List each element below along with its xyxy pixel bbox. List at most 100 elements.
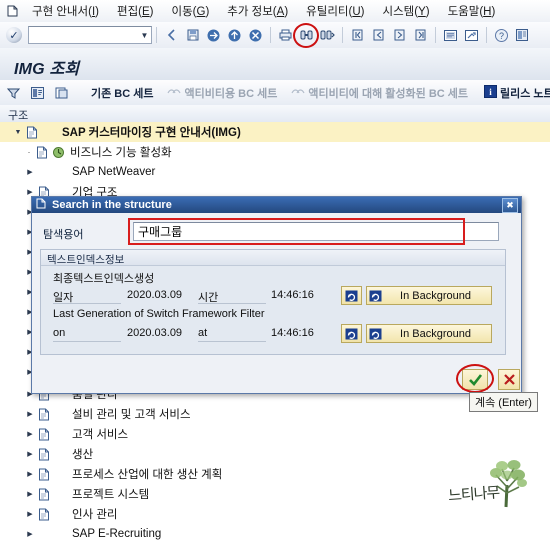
document-icon bbox=[36, 504, 52, 524]
switch-framework-row: on 2020.03.09 at 14:46:16 In Background bbox=[53, 324, 493, 344]
first-page-icon[interactable] bbox=[348, 26, 367, 45]
time-value: 14:46:16 bbox=[271, 289, 314, 301]
menu-label: 구현 안내서( bbox=[32, 6, 92, 18]
dialog-title-bar[interactable]: Search in the structure ✖ bbox=[32, 197, 521, 213]
sap-system-menu-icon[interactable] bbox=[3, 2, 23, 20]
expand-arrow-icon[interactable]: ▶ bbox=[24, 162, 36, 182]
menu-item-utilities[interactable]: 유틸리티(U) bbox=[297, 1, 373, 21]
save-icon[interactable] bbox=[183, 26, 202, 45]
toolbar-separator bbox=[342, 27, 343, 43]
toolbar-separator bbox=[486, 27, 487, 43]
chevron-down-icon[interactable]: ▼ bbox=[138, 28, 151, 42]
expand-arrow-icon[interactable]: ▶ bbox=[24, 524, 36, 544]
expand-arrow-icon[interactable]: ▶ bbox=[24, 484, 36, 504]
in-background-button[interactable]: In Background bbox=[366, 324, 492, 343]
menu-mnemonic: E bbox=[141, 6, 150, 18]
tree-row-label: 설비 관리 및 고객 서비스 bbox=[72, 409, 191, 421]
tree-row-label: SAP NetWeaver bbox=[72, 166, 156, 178]
tree-row-sap-netweaver[interactable]: ▶ SAP NetWeaver bbox=[0, 162, 550, 182]
menu-item-help[interactable]: 도움말(H) bbox=[439, 1, 505, 21]
create-session-icon[interactable] bbox=[441, 26, 460, 45]
expand-arrow-icon[interactable]: ▶ bbox=[24, 504, 36, 524]
bcset-activity-icon bbox=[167, 85, 182, 100]
tree-header-label: 구조 bbox=[8, 110, 29, 122]
bcset-activity-button[interactable]: 액티비티용 BC 세트 bbox=[164, 83, 280, 103]
menu-mnemonic: U bbox=[352, 6, 361, 18]
expand-arrow-icon[interactable]: ▶ bbox=[24, 464, 36, 484]
tree-row-label: SAP E-Recruiting bbox=[72, 528, 162, 540]
shortcut-icon[interactable] bbox=[462, 26, 481, 45]
cancel-icon[interactable] bbox=[225, 26, 244, 45]
exit-icon[interactable] bbox=[204, 26, 223, 45]
tree-row-customer-service[interactable]: ▶ 고객 서비스 bbox=[0, 424, 550, 444]
last-page-icon[interactable] bbox=[411, 26, 430, 45]
help-icon[interactable]: ? bbox=[492, 26, 511, 45]
collapse-arrow-icon[interactable]: ▼ bbox=[12, 122, 24, 142]
application-toolbar: 기존 BC 세트 액티비티용 BC 세트 액티비티에 대해 활성화된 BC 세트… bbox=[0, 80, 550, 106]
menu-label: 편집( bbox=[116, 6, 142, 18]
command-field[interactable]: ▼ bbox=[28, 26, 152, 44]
menu-tail: ) bbox=[149, 6, 154, 18]
refresh-icon bbox=[367, 328, 384, 340]
enter-check-icon[interactable]: ✓ bbox=[6, 27, 22, 43]
back-icon[interactable] bbox=[162, 26, 181, 45]
text-index-info-groupbox: 텍스트인덱스정보 최종텍스트인덱스생성 일자 2020.03.09 시간 14:… bbox=[40, 249, 506, 355]
tree-row-business-function-activation[interactable]: · 비즈니스 기능 활성화 bbox=[0, 142, 550, 162]
on-label: on bbox=[53, 327, 66, 339]
find-icon[interactable] bbox=[293, 22, 319, 48]
date-value: 2020.03.09 bbox=[127, 289, 183, 301]
next-page-icon[interactable] bbox=[390, 26, 409, 45]
cancel-button[interactable] bbox=[498, 369, 520, 390]
dialog-footer bbox=[32, 363, 521, 393]
menu-item-edit[interactable]: 편집(E) bbox=[108, 1, 163, 21]
bcset-active-button[interactable]: 액티비티에 대해 활성화된 BC 세트 bbox=[288, 83, 471, 103]
groupbox-title: 텍스트인덱스정보 bbox=[47, 254, 125, 266]
display-structure-icon[interactable] bbox=[27, 83, 48, 103]
activation-clock-icon bbox=[50, 142, 66, 162]
tree-row-root[interactable]: ▼ SAP 커스터마이징 구현 안내서(IMG) bbox=[0, 122, 550, 142]
search-term-input[interactable]: 구매그룹 bbox=[133, 222, 499, 241]
bcset-existing-label: 기존 BC 세트 bbox=[91, 87, 154, 100]
tree-row-label: 프로세스 산업에 대한 생산 계획 bbox=[72, 469, 223, 481]
release-note-button[interactable]: i 릴리스 노트 bbox=[481, 83, 550, 103]
layout-menu-icon[interactable] bbox=[513, 26, 532, 45]
menu-item-additional-information[interactable]: 추가 정보(A) bbox=[218, 1, 297, 21]
stop-icon[interactable] bbox=[246, 26, 265, 45]
refresh-icon-button[interactable] bbox=[341, 286, 362, 305]
bcset-existing-button[interactable]: 기존 BC 세트 bbox=[85, 83, 156, 103]
menu-bar: 구현 안내서(I) 편집(E) 이동(G) 추가 정보(A) 유틸리티(U) 시… bbox=[0, 0, 550, 23]
watermark: 느티나무 bbox=[444, 455, 548, 509]
expand-arrow-icon[interactable]: ▶ bbox=[24, 424, 36, 444]
documentation-icon[interactable] bbox=[51, 83, 72, 103]
continue-button[interactable] bbox=[462, 369, 488, 390]
document-icon bbox=[36, 464, 52, 484]
menu-item-system[interactable]: 시스템(Y) bbox=[373, 1, 438, 21]
in-background-button[interactable]: In Background bbox=[366, 286, 492, 305]
menu-tail: ) bbox=[95, 6, 99, 18]
menu-item-goto[interactable]: 이동(G) bbox=[163, 1, 219, 21]
previous-page-icon[interactable] bbox=[369, 26, 388, 45]
expand-arrow-icon[interactable]: ▶ bbox=[24, 404, 36, 424]
tree-row-label: SAP 커스터마이징 구현 안내서(IMG) bbox=[62, 127, 241, 139]
search-term-value: 구매그룹 bbox=[138, 225, 183, 239]
menu-label: 도움말( bbox=[447, 6, 484, 18]
tree-row-label: 비즈니스 기능 활성화 bbox=[70, 147, 172, 159]
tree-row-sap-e-recruiting[interactable]: ▶ SAP E-Recruiting bbox=[0, 524, 550, 544]
menu-item-implementation-guide[interactable]: 구현 안내서(I) bbox=[23, 1, 108, 21]
close-icon[interactable]: ✖ bbox=[502, 198, 518, 213]
expand-arrow-icon[interactable]: ▶ bbox=[24, 444, 36, 464]
menu-label: 시스템( bbox=[382, 6, 419, 18]
refresh-icon-button[interactable] bbox=[341, 324, 362, 343]
toolbar-separator bbox=[435, 27, 436, 43]
watermark-text: 느티나무 bbox=[447, 483, 500, 505]
tree-row-plant-maintenance[interactable]: ▶ 설비 관리 및 고객 서비스 bbox=[0, 404, 550, 424]
find-next-icon[interactable] bbox=[318, 26, 337, 45]
print-icon[interactable] bbox=[276, 26, 295, 45]
filter-icon[interactable] bbox=[3, 83, 24, 103]
tree-row-label: 생산 bbox=[72, 449, 94, 461]
